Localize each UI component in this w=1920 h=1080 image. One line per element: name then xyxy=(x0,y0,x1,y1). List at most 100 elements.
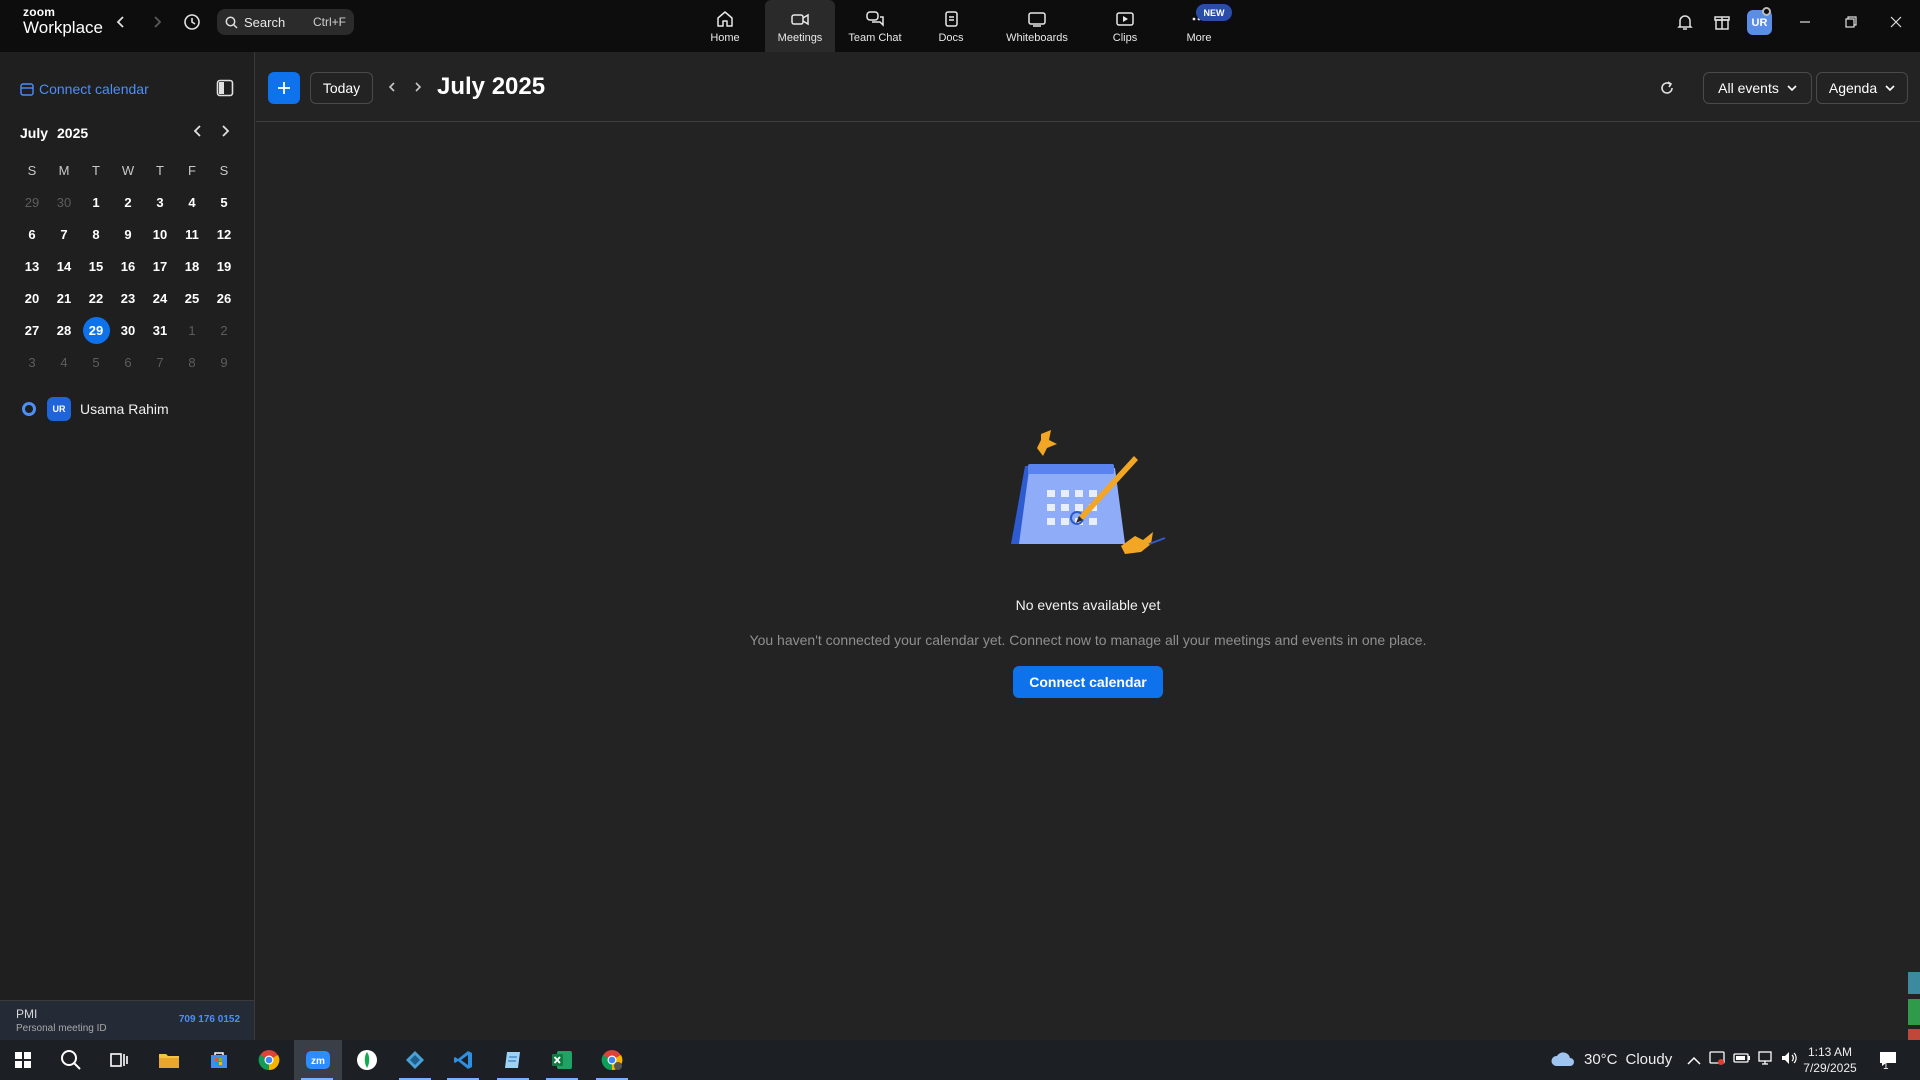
close-icon[interactable] xyxy=(1885,11,1907,33)
pmi-id[interactable]: 709 176 0152 xyxy=(179,1014,240,1025)
calendar-day[interactable]: 4 xyxy=(48,346,80,378)
calendar-day[interactable]: 28 xyxy=(48,314,80,346)
volume-icon[interactable] xyxy=(1780,1050,1798,1071)
today-button[interactable]: Today xyxy=(310,72,373,104)
view-dropdown[interactable]: Agenda xyxy=(1816,72,1908,104)
weekday-header: F xyxy=(188,162,196,178)
calendar-day[interactable]: 12 xyxy=(208,218,240,250)
calendar-day[interactable]: 14 xyxy=(48,250,80,282)
battery-icon[interactable] xyxy=(1733,1050,1751,1071)
excel-icon[interactable] xyxy=(539,1040,585,1080)
weekday-header: S xyxy=(27,162,37,178)
calendar-day[interactable]: 2 xyxy=(112,186,144,218)
calendar-day[interactable]: 31 xyxy=(144,314,176,346)
taskbar-search-icon[interactable] xyxy=(48,1040,94,1080)
mongodb-compass-icon[interactable] xyxy=(344,1040,390,1080)
calendar-day[interactable]: 6 xyxy=(112,346,144,378)
task-view-icon[interactable] xyxy=(96,1040,142,1080)
events-filter-dropdown[interactable]: All events xyxy=(1703,72,1812,104)
weekday-header: T xyxy=(156,162,164,178)
calendar-day[interactable]: 16 xyxy=(112,250,144,282)
empty-calendar-illustration xyxy=(1003,428,1173,573)
calendar-day[interactable]: 4 xyxy=(176,186,208,218)
notepad-icon[interactable] xyxy=(490,1040,536,1080)
calendar-day[interactable]: 25 xyxy=(176,282,208,314)
calendar-day-number: 29 xyxy=(82,316,110,344)
tab-docs[interactable]: Docs xyxy=(926,0,976,52)
calendar-day[interactable]: 17 xyxy=(144,250,176,282)
back-arrow-icon[interactable] xyxy=(111,12,131,32)
windows-start-icon[interactable] xyxy=(0,1040,46,1080)
network-icon[interactable] xyxy=(1757,1050,1775,1071)
tab-meetings[interactable]: Meetings xyxy=(765,0,835,52)
search-input[interactable]: Search Ctrl+F xyxy=(217,9,354,35)
calendar-user-radio[interactable] xyxy=(22,402,36,416)
calendar-day[interactable]: 3 xyxy=(16,346,48,378)
connect-calendar-link[interactable]: Connect calendar xyxy=(20,81,149,97)
mini-next-month-icon[interactable] xyxy=(218,124,232,143)
mini-prev-month-icon[interactable] xyxy=(191,124,205,143)
calendar-day[interactable]: 26 xyxy=(208,282,240,314)
calendar-day[interactable]: 6 xyxy=(16,218,48,250)
calendar-day[interactable]: 1 xyxy=(176,314,208,346)
connect-calendar-button[interactable]: Connect calendar xyxy=(1013,666,1163,698)
store-icon[interactable] xyxy=(196,1040,242,1080)
calendar-day[interactable]: 29 xyxy=(80,314,112,346)
gift-icon[interactable] xyxy=(1711,11,1733,33)
tab-whiteboards[interactable]: Whiteboards xyxy=(998,0,1076,52)
calendar-day[interactable]: 8 xyxy=(176,346,208,378)
calendar-day[interactable]: 7 xyxy=(48,218,80,250)
system-clock[interactable]: 1:13 AM 7/29/2025 xyxy=(1802,1044,1858,1076)
history-icon[interactable] xyxy=(181,11,203,33)
add-event-button[interactable] xyxy=(268,72,300,104)
calendar-day-number: 12 xyxy=(216,226,232,242)
forward-arrow-icon[interactable] xyxy=(147,12,167,32)
tray-chevron-up-icon[interactable] xyxy=(1687,1053,1701,1071)
minimize-icon[interactable] xyxy=(1794,11,1816,33)
calendar-day[interactable]: 5 xyxy=(208,186,240,218)
chrome-profile-icon[interactable] xyxy=(589,1040,635,1080)
tab-home[interactable]: Home xyxy=(700,0,750,52)
calendar-day[interactable]: 29 xyxy=(16,186,48,218)
calendar-day[interactable]: 2 xyxy=(208,314,240,346)
calendar-day[interactable]: 27 xyxy=(16,314,48,346)
tray-app-icon[interactable] xyxy=(1709,1050,1725,1071)
vscode-icon[interactable] xyxy=(440,1040,486,1080)
calendar-day[interactable]: 30 xyxy=(48,186,80,218)
app-icon[interactable] xyxy=(392,1040,438,1080)
calendar-day[interactable]: 9 xyxy=(208,346,240,378)
chrome-icon[interactable] xyxy=(246,1040,292,1080)
calendar-day[interactable]: 15 xyxy=(80,250,112,282)
pmi-panel[interactable]: PMI Personal meeting ID 709 176 0152 xyxy=(0,1000,254,1040)
next-period-icon[interactable] xyxy=(412,80,424,99)
calendar-day[interactable]: 10 xyxy=(144,218,176,250)
calendar-day[interactable]: 7 xyxy=(144,346,176,378)
calendar-day[interactable]: 1 xyxy=(80,186,112,218)
calendar-day[interactable]: 8 xyxy=(80,218,112,250)
file-explorer-icon[interactable] xyxy=(146,1040,192,1080)
calendar-day[interactable]: 21 xyxy=(48,282,80,314)
calendar-day[interactable]: 5 xyxy=(80,346,112,378)
calendar-day[interactable]: 3 xyxy=(144,186,176,218)
calendar-user-row[interactable]: UR Usama Rahim xyxy=(22,397,169,421)
calendar-day[interactable]: 9 xyxy=(112,218,144,250)
tab-team-chat[interactable]: Team Chat xyxy=(844,0,906,52)
calendar-day[interactable]: 20 xyxy=(16,282,48,314)
restore-icon[interactable] xyxy=(1840,11,1862,33)
prev-period-icon[interactable] xyxy=(386,80,398,99)
calendar-day[interactable]: 30 xyxy=(112,314,144,346)
calendar-day[interactable]: 22 xyxy=(80,282,112,314)
calendar-day[interactable]: 24 xyxy=(144,282,176,314)
refresh-icon[interactable] xyxy=(1659,80,1675,101)
bell-icon[interactable] xyxy=(1674,11,1696,33)
calendar-day[interactable]: 18 xyxy=(176,250,208,282)
calendar-day[interactable]: 13 xyxy=(16,250,48,282)
calendar-day[interactable]: 11 xyxy=(176,218,208,250)
edge-widget-red xyxy=(1908,1029,1920,1040)
weather-widget[interactable]: 30°C Cloudy xyxy=(1550,1050,1672,1068)
calendar-day[interactable]: 23 xyxy=(112,282,144,314)
calendar-day[interactable]: 19 xyxy=(208,250,240,282)
zoom-icon[interactable]: zm xyxy=(294,1040,342,1080)
tab-clips[interactable]: Clips xyxy=(1100,0,1150,52)
collapse-panel-icon[interactable] xyxy=(216,79,234,102)
